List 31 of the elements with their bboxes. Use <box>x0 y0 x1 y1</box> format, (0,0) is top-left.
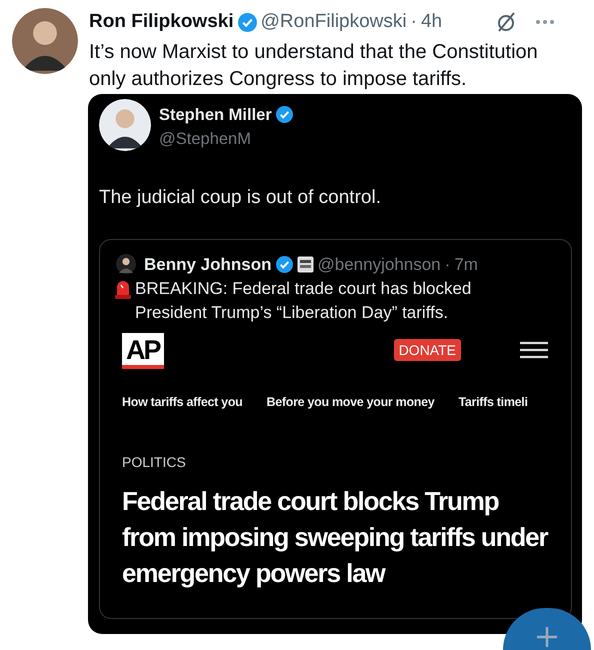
quoted-post-card[interactable] <box>88 94 582 634</box>
nav-link[interactable]: Before you move your money <box>266 393 434 412</box>
post-text: BREAKING: Federal trade court has blocked President Trump’s “Liberation Day” tariffs. <box>135 278 472 324</box>
quoted-post-card[interactable] <box>99 238 572 618</box>
more-icon[interactable] <box>535 19 555 26</box>
nav-link[interactable]: How tariffs affect you <box>122 393 242 412</box>
section-label[interactable]: POLITICS <box>122 452 571 473</box>
post-text: It’s now Marxist to understand that the Constitution only authorizes Congress to impose tariffs. <box>89 40 539 92</box>
avatar[interactable] <box>116 254 136 274</box>
author-name[interactable]: Ron Filipkowski <box>89 8 234 36</box>
affiliate-badge-icon <box>296 256 314 273</box>
user-handle: @RonFilipkowski <box>260 10 407 34</box>
donate-button[interactable]: DONATE <box>394 339 461 361</box>
avatar[interactable] <box>12 8 78 74</box>
post-time[interactable]: 4h <box>420 8 442 36</box>
slashed-circle-icon[interactable] <box>495 11 517 34</box>
plus-icon <box>537 627 557 647</box>
site-logo[interactable]: AP <box>122 333 164 369</box>
siren-icon <box>114 279 132 299</box>
user-handle: @bennyjohnson <box>318 254 441 276</box>
separator-dot: · <box>444 254 450 276</box>
nav-link[interactable]: Tariffs timeli <box>458 393 528 412</box>
avatar[interactable] <box>99 98 151 150</box>
author-name[interactable]: Stephen Miller <box>159 102 272 128</box>
menu-icon[interactable] <box>519 340 549 360</box>
post-text: The judicial coup is out of control. <box>99 186 382 210</box>
post-time[interactable]: 7m <box>454 252 478 277</box>
article-headline[interactable]: Federal trade court blocks Trump from imposing sweeping tariffs under emergency powers law <box>122 482 552 591</box>
user-handle: @StephenM <box>159 129 252 150</box>
author-name[interactable]: Benny Johnson <box>144 252 272 277</box>
separator-dot: · <box>410 10 417 34</box>
